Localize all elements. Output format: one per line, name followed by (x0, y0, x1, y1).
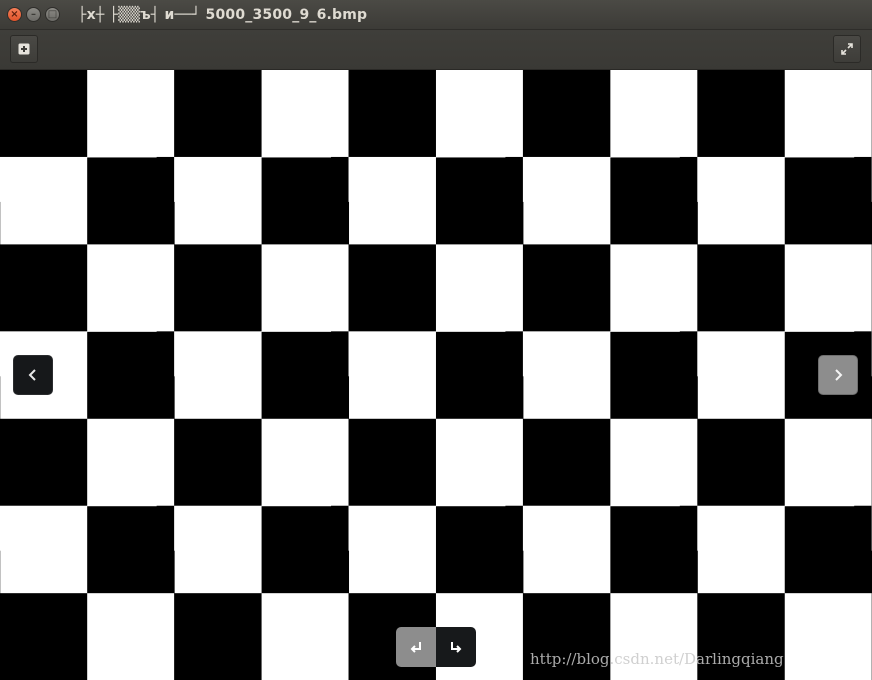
chevron-right-icon (835, 369, 843, 381)
minimize-button[interactable]: – (26, 7, 41, 22)
rotate-right-icon (451, 642, 462, 653)
minimize-icon: – (31, 8, 36, 20)
maximize-icon: □ (47, 8, 58, 20)
chevron-left-icon (28, 369, 36, 381)
toolbar (0, 30, 872, 70)
add-button[interactable] (10, 35, 38, 63)
title-bar: × – □ ├x┼ ├▒▒ъ┤ и──┘ 5000_3500_9_6.bmp (0, 0, 872, 30)
maximize-button[interactable]: □ (45, 7, 60, 22)
previous-image-button[interactable] (13, 355, 53, 395)
rotate-left-icon (410, 642, 421, 653)
expand-arrows-icon (841, 43, 853, 55)
window-title: ├x┼ ├▒▒ъ┤ и──┘ 5000_3500_9_6.bmp (78, 6, 368, 23)
rotate-left-button[interactable] (396, 627, 436, 667)
next-image-button[interactable] (818, 355, 858, 395)
rotate-right-button[interactable] (436, 627, 476, 667)
close-icon: × (10, 8, 19, 20)
rotate-controls (396, 627, 476, 667)
image-viewer-canvas (0, 70, 872, 680)
window-controls: × – □ (7, 7, 60, 22)
watermark-text: http://blog.csdn.net/Darlingqiang (530, 650, 784, 668)
plus-in-square-icon (18, 43, 30, 55)
fullscreen-button[interactable] (833, 35, 861, 63)
close-button[interactable]: × (7, 7, 22, 22)
